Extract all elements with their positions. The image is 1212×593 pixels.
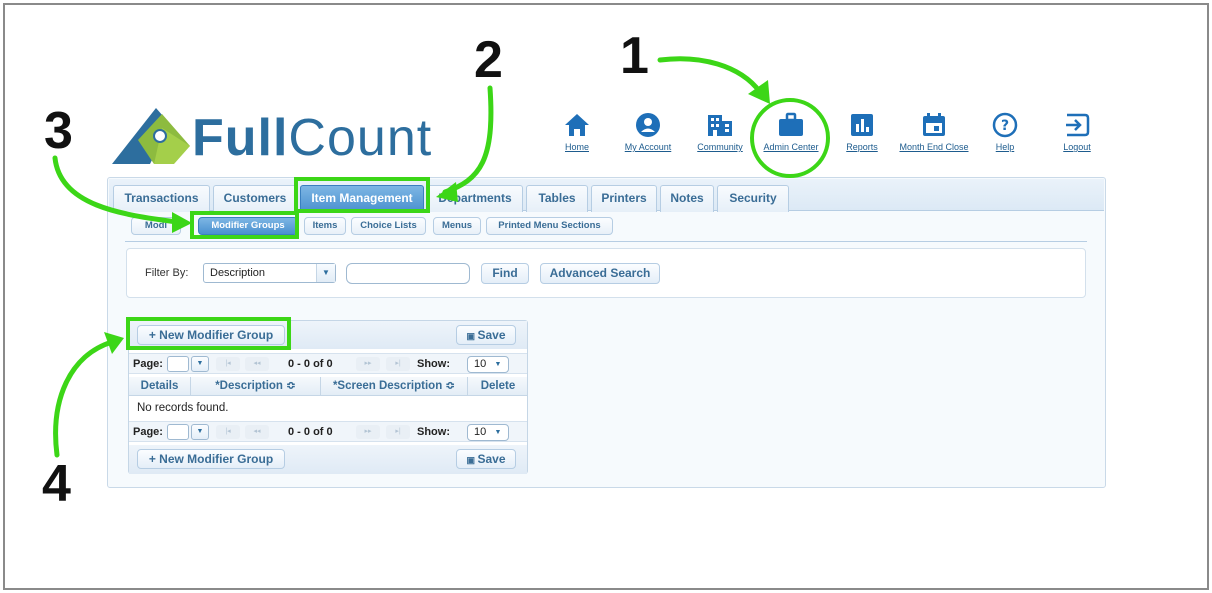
arrow-2 [442, 85, 494, 195]
arrow-head-2 [436, 182, 458, 202]
arrow-1 [657, 56, 763, 95]
arrow-head-3 [172, 212, 192, 233]
arrow-3 [52, 155, 181, 225]
arrow-4 [53, 339, 115, 458]
annotation-arrows [52, 56, 770, 458]
